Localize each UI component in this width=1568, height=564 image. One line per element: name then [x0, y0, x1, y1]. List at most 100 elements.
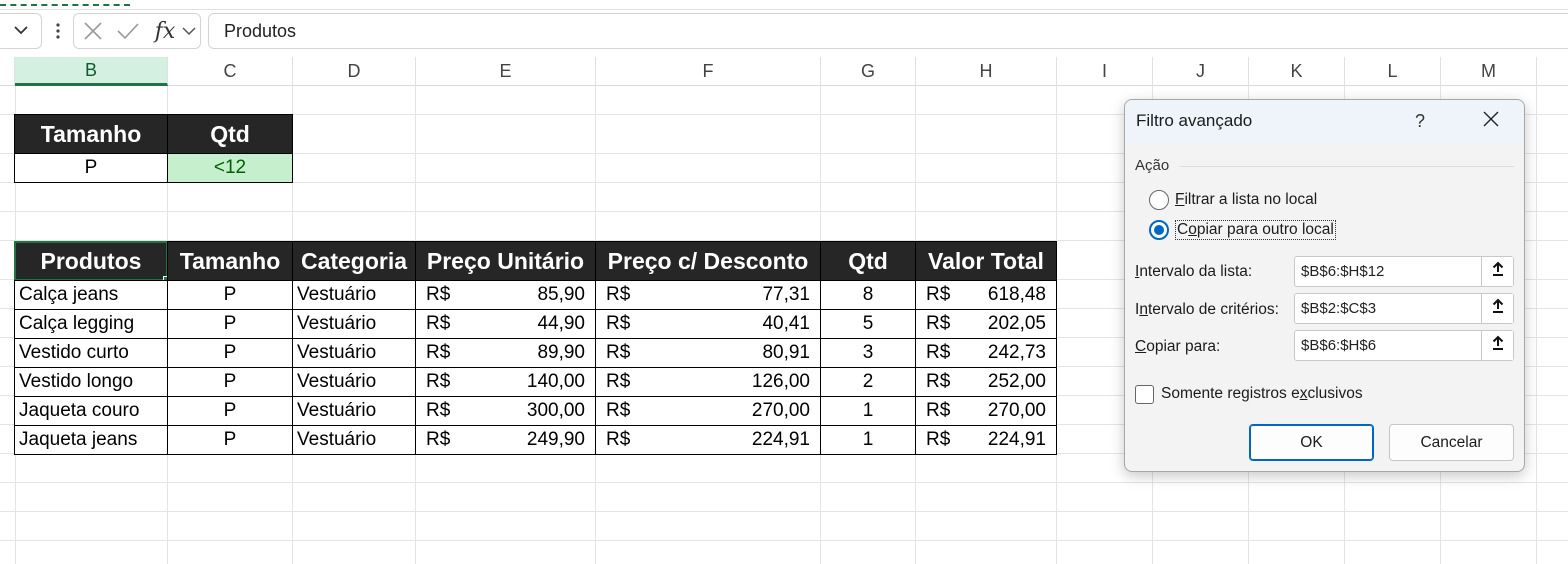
cancel-button[interactable]: Cancelar	[1389, 424, 1514, 461]
table-cell-produto[interactable]: Jaqueta couro	[14, 396, 168, 426]
group-divider	[1180, 166, 1514, 167]
table-header-preco-desconto[interactable]: Preço c/ Desconto	[595, 241, 821, 281]
column-header-h[interactable]: H	[916, 57, 1057, 86]
copy-to-input[interactable]: $B$6:$H$6	[1294, 330, 1514, 361]
name-box-dropdown[interactable]	[0, 13, 42, 49]
radio-copy-to-other[interactable]: Copiar para outro local	[1149, 218, 1336, 242]
column-header-e[interactable]: E	[416, 57, 596, 86]
table-cell-total[interactable]: R$ 252,00	[915, 367, 1057, 397]
column-header-d[interactable]: D	[293, 57, 416, 86]
collapse-dialog-button[interactable]	[1481, 331, 1513, 360]
table-cell-desconto[interactable]: R$ 126,00	[595, 367, 821, 397]
table-cell-preco[interactable]: R$ 249,90	[415, 425, 596, 455]
column-header-f[interactable]: F	[596, 57, 821, 86]
criteria-header-qtd[interactable]: Qtd	[167, 114, 293, 154]
table-cell-produto[interactable]: Jaqueta jeans	[14, 425, 168, 455]
column-header-l[interactable]: L	[1345, 57, 1441, 86]
table-cell-categoria[interactable]: Vestuário	[292, 309, 416, 339]
action-group-label: Ação	[1135, 157, 1170, 174]
table-header-qtd[interactable]: Qtd	[820, 241, 916, 281]
collapse-dialog-button[interactable]	[1481, 294, 1513, 323]
table-cell-qtd[interactable]: 5	[820, 309, 916, 339]
criteria-range-input[interactable]: $B$2:$C$3	[1294, 293, 1514, 324]
table-cell-qtd[interactable]: 8	[820, 280, 916, 310]
table-cell-qtd[interactable]: 1	[820, 396, 916, 426]
close-button[interactable]	[1478, 108, 1504, 134]
table-cell-preco[interactable]: R$ 140,00	[415, 367, 596, 397]
currency-symbol: R$	[606, 429, 631, 450]
table-cell-preco[interactable]: R$ 44,90	[415, 309, 596, 339]
column-header-g[interactable]: G	[821, 57, 916, 86]
table-cell-produto[interactable]: Vestido longo	[14, 367, 168, 397]
grid-line	[0, 540, 1568, 541]
table-cell-total[interactable]: R$ 618,48	[915, 280, 1057, 310]
collapse-dialog-button[interactable]	[1481, 257, 1513, 286]
table-cell-desconto[interactable]: R$ 40,41	[595, 309, 821, 339]
table-cell-total[interactable]: R$ 224,91	[915, 425, 1057, 455]
table-cell-qtd[interactable]: 1	[820, 425, 916, 455]
table-header-produtos[interactable]: Produtos	[14, 241, 168, 281]
table-cell-preco[interactable]: R$ 300,00	[415, 396, 596, 426]
cancel-entry-icon[interactable]	[80, 14, 106, 48]
radio-button[interactable]	[1149, 190, 1169, 210]
grid-line	[1536, 86, 1537, 564]
table-cell-total[interactable]: R$ 202,05	[915, 309, 1057, 339]
table-cell-desconto[interactable]: R$ 80,91	[595, 338, 821, 368]
table-cell-qtd[interactable]: 3	[820, 338, 916, 368]
ok-button[interactable]: OK	[1249, 424, 1374, 461]
table-cell-desconto[interactable]: R$ 270,00	[595, 396, 821, 426]
amount: 44,90	[537, 313, 585, 334]
table-cell-categoria[interactable]: Vestuário	[292, 280, 416, 310]
label-rest: tervalo de critérios:	[1147, 301, 1279, 318]
criteria-value-tamanho[interactable]: P	[14, 153, 168, 183]
table-header-valor-total[interactable]: Valor Total	[915, 241, 1057, 281]
table-cell-tamanho[interactable]: P	[167, 280, 293, 310]
column-header-k[interactable]: K	[1249, 57, 1345, 86]
table-cell-total[interactable]: R$ 270,00	[915, 396, 1057, 426]
dialog-titlebar[interactable]: Filtro avançado ?	[1125, 100, 1524, 144]
table-cell-tamanho[interactable]: P	[167, 309, 293, 339]
formula-input[interactable]: Produtos	[208, 13, 1568, 49]
table-cell-qtd[interactable]: 2	[820, 367, 916, 397]
radio-filter-in-place[interactable]: Filtrar a lista no local	[1149, 188, 1317, 212]
unique-records-checkbox-row[interactable]: Somente registros exclusivos	[1135, 383, 1363, 405]
table-header-categoria[interactable]: Categoria	[292, 241, 416, 281]
criteria-header-tamanho[interactable]: Tamanho	[14, 114, 168, 154]
table-cell-preco[interactable]: R$ 89,90	[415, 338, 596, 368]
table-cell-categoria[interactable]: Vestuário	[292, 338, 416, 368]
chevron-down-icon[interactable]	[180, 14, 198, 48]
column-header-c[interactable]: C	[168, 57, 293, 86]
grid-line	[0, 511, 1568, 512]
table-cell-produto[interactable]: Calça jeans	[14, 280, 168, 310]
column-header-i[interactable]: I	[1057, 57, 1153, 86]
table-cell-produto[interactable]: Calça legging	[14, 309, 168, 339]
column-header-b[interactable]: B	[15, 57, 168, 86]
column-header-a[interactable]	[0, 57, 15, 86]
column-header-j[interactable]: J	[1153, 57, 1249, 86]
table-header-preco-unitario[interactable]: Preço Unitário	[415, 241, 596, 281]
criteria-value-qtd[interactable]: <12	[167, 153, 293, 183]
confirm-entry-icon[interactable]	[114, 14, 142, 48]
table-cell-tamanho[interactable]: P	[167, 396, 293, 426]
table-cell-tamanho[interactable]: P	[167, 367, 293, 397]
table-cell-preco[interactable]: R$ 85,90	[415, 280, 596, 310]
help-button[interactable]: ?	[1409, 109, 1431, 133]
table-cell-categoria[interactable]: Vestuário	[292, 367, 416, 397]
table-cell-categoria[interactable]: Vestuário	[292, 396, 416, 426]
table-header-tamanho[interactable]: Tamanho	[167, 241, 293, 281]
table-cell-tamanho[interactable]: P	[167, 338, 293, 368]
table-cell-desconto[interactable]: R$ 224,91	[595, 425, 821, 455]
label-rest: clusivos	[1307, 385, 1363, 402]
table-cell-produto[interactable]: Vestido curto	[14, 338, 168, 368]
table-cell-total[interactable]: R$ 242,73	[915, 338, 1057, 368]
radio-button-selected[interactable]	[1149, 220, 1169, 240]
list-range-input[interactable]: $B$6:$H$12	[1294, 256, 1514, 287]
column-header-m[interactable]: M	[1441, 57, 1537, 86]
insert-function-icon[interactable]: fx	[152, 14, 178, 48]
table-cell-tamanho[interactable]: P	[167, 425, 293, 455]
unique-records-checkbox[interactable]	[1135, 384, 1154, 404]
table-cell-categoria[interactable]: Vestuário	[292, 425, 416, 455]
more-options-icon[interactable]	[52, 20, 64, 42]
accelerator-key: C	[1135, 338, 1147, 355]
table-cell-desconto[interactable]: R$ 77,31	[595, 280, 821, 310]
